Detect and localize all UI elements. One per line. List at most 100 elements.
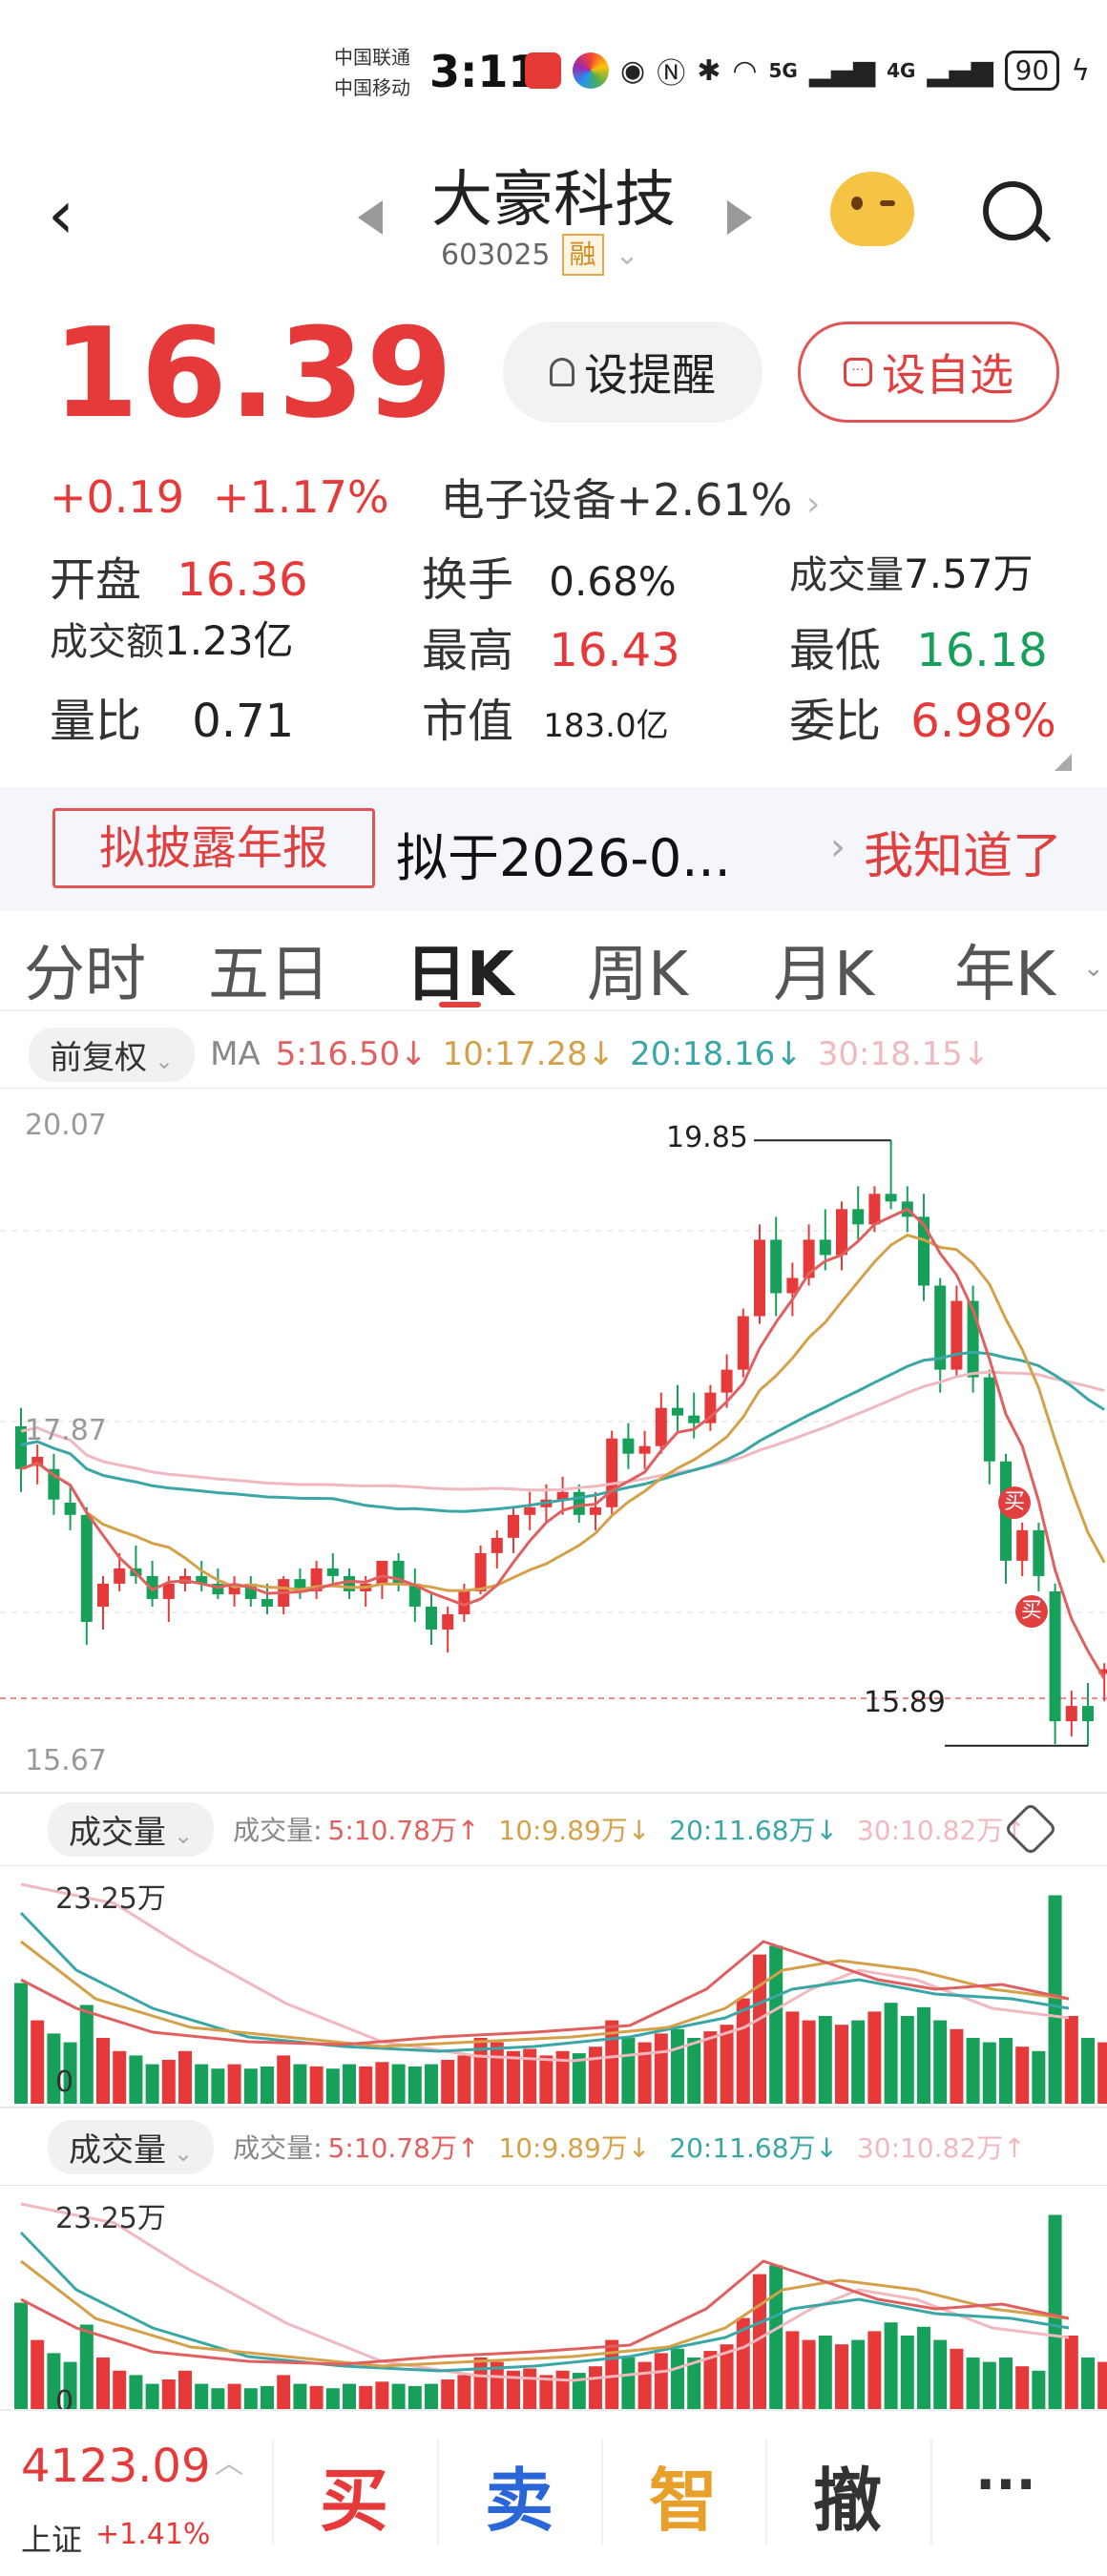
- volume-bar: [375, 2381, 389, 2409]
- candle-body: [261, 1598, 273, 1607]
- candle-body: [770, 1239, 783, 1294]
- ma-label: MA: [210, 1035, 261, 1073]
- cancel-order-button[interactable]: 撤: [813, 2444, 882, 2545]
- signal-bars-icon: ▂▄▆: [808, 53, 876, 88]
- volume-bar: [1015, 2046, 1030, 2104]
- current-price: 16.39: [52, 301, 455, 446]
- volume-bar: [966, 2358, 980, 2409]
- stock-header: ‹ 大豪科技 603025 融 ⌄: [0, 134, 1107, 296]
- bluetooth-icon: ✱: [697, 53, 721, 88]
- volume-bar: [802, 2020, 816, 2104]
- volume-bar: [407, 2385, 422, 2409]
- tab-daily-k[interactable]: 日K: [406, 925, 514, 1013]
- back-icon[interactable]: ‹: [48, 181, 74, 248]
- sell-button[interactable]: 卖: [485, 2444, 554, 2545]
- volume-bar: [1097, 2361, 1107, 2409]
- add-watchlist-button[interactable]: ··· 设自选: [798, 322, 1059, 423]
- volume-bar: [325, 2068, 340, 2104]
- tab-weekly-k[interactable]: 周K: [587, 925, 688, 1013]
- volume-bar: [145, 2383, 159, 2409]
- more-button[interactable]: ···: [975, 2454, 1036, 2516]
- candle-body: [950, 1300, 963, 1370]
- signal-4g: 4G: [887, 59, 916, 82]
- bell-icon: [550, 358, 574, 386]
- buy-signal-marker[interactable]: 买: [998, 1486, 1031, 1519]
- volume-bar: [79, 2005, 94, 2104]
- carrier-info: 中国联通 中国移动: [334, 42, 410, 103]
- notice-tag[interactable]: 拟披露年报: [52, 808, 375, 888]
- search-icon[interactable]: [983, 181, 1042, 240]
- adjust-label: 前复权: [50, 1038, 147, 1077]
- volume-chart-2[interactable]: 23.25万 0: [0, 2185, 1107, 2409]
- notice-banner: 拟披露年报 拟于2026-0... › 我知道了: [0, 787, 1107, 911]
- volume-bar: [1064, 2336, 1078, 2409]
- tab-five-day[interactable]: 五日: [208, 925, 330, 1013]
- sector-link[interactable]: 电子设备+2.61% ›: [441, 466, 821, 529]
- kline-chart[interactable]: 20.07 17.87 15.67 19.85 15.89 买 买: [0, 1087, 1107, 1794]
- volume-svg: [0, 1864, 1107, 2109]
- margin-badge: 融: [561, 234, 604, 276]
- index-value[interactable]: 4123.09: [21, 2440, 211, 2493]
- volume-chart[interactable]: 23.25万 0: [0, 1864, 1107, 2109]
- volume-bar: [1081, 2038, 1095, 2104]
- candle-body: [442, 1613, 454, 1630]
- volume-bar: [457, 2375, 471, 2409]
- candle-body: [1065, 1706, 1077, 1722]
- volume-bar: [999, 2038, 1013, 2104]
- stat-volume: 7.57万: [904, 551, 1034, 597]
- stat-open: 16.36: [177, 553, 308, 607]
- candle-body: [638, 1445, 651, 1454]
- candle-body: [819, 1239, 831, 1256]
- tab-intraday[interactable]: 分时: [24, 925, 146, 1013]
- next-stock-icon[interactable]: [727, 200, 752, 235]
- chevron-down-icon[interactable]: ⌄: [1083, 954, 1104, 983]
- volume-bar: [654, 2033, 668, 2104]
- candle-body: [508, 1514, 519, 1538]
- divider: [765, 2440, 767, 2545]
- volume-bar: [31, 2020, 45, 2104]
- volume-dropdown-2[interactable]: 成交量 ⌄: [48, 2119, 215, 2174]
- chevron-down-icon: ⌄: [174, 1821, 194, 1849]
- mascot-icon[interactable]: [830, 172, 914, 246]
- volume-bar: [900, 2336, 914, 2409]
- chevron-up-icon[interactable]: ︿: [215, 2440, 243, 2482]
- chevron-down-icon: ⌄: [155, 1047, 175, 1074]
- volume-bar: [457, 2055, 471, 2104]
- volume-bar: [539, 2055, 554, 2104]
- candle-body: [754, 1239, 765, 1317]
- vol5-value: 5:10.78万↑: [327, 1815, 480, 1846]
- set-reminder-button[interactable]: 设提醒: [503, 322, 762, 423]
- candle-body: [868, 1194, 881, 1225]
- adjust-dropdown[interactable]: 前复权 ⌄: [29, 1027, 196, 1082]
- volume-bar: [261, 2066, 274, 2104]
- dismiss-notice-button[interactable]: 我知道了: [864, 816, 1062, 887]
- buy-button[interactable]: 买: [320, 2444, 388, 2545]
- volume-bar: [325, 2388, 340, 2409]
- tab-monthly-k[interactable]: 月K: [773, 925, 874, 1013]
- vol5-value: 5:10.78万↑: [327, 2132, 480, 2164]
- prev-stock-icon[interactable]: [358, 200, 383, 235]
- volume-dropdown[interactable]: 成交量 ⌄: [48, 1801, 215, 1857]
- volume-bar: [818, 2016, 832, 2104]
- notice-text[interactable]: 拟于2026-0...: [396, 816, 731, 891]
- volume-bar: [178, 2370, 192, 2409]
- stock-code-row: 603025 融 ⌄: [441, 234, 639, 276]
- candle-body: [622, 1438, 635, 1454]
- vol20-value: 20:11.68万↓: [669, 2132, 838, 2164]
- volume-bar: [277, 2375, 291, 2409]
- volume-bar: [1097, 2042, 1107, 2104]
- volume-bar: [129, 2375, 143, 2409]
- chevron-right-icon: ›: [830, 825, 846, 869]
- buy-signal-marker[interactable]: 买: [1015, 1595, 1048, 1628]
- divider: [437, 2440, 439, 2545]
- tab-yearly-k[interactable]: 年K: [954, 925, 1055, 1013]
- volume-bar: [145, 2064, 159, 2104]
- status-bar: 中国联通 中国移动 3:11 ◉ Ⓝ ✱ ◠ 5G ▂▄▆ 4G ▂▄▆ 90 …: [0, 0, 1107, 134]
- smart-button[interactable]: 智: [649, 2444, 718, 2545]
- vol30-value: 30:10.82万↑: [856, 2132, 1026, 2164]
- ma30-value: 30:18.15↓: [817, 1035, 991, 1073]
- expand-corner-icon[interactable]: [1055, 754, 1072, 771]
- chevron-down-icon[interactable]: ⌄: [616, 239, 639, 272]
- signal-bars-icon-2: ▂▄▆: [927, 53, 993, 88]
- volume-bar: [802, 2339, 816, 2409]
